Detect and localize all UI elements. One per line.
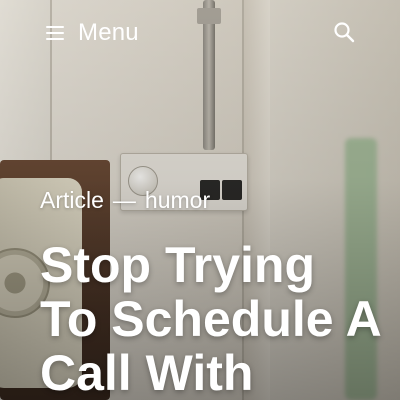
hamburger-icon (46, 26, 64, 40)
site-header: Menu (0, 0, 400, 66)
article-title[interactable]: Stop Trying To Schedule A Call With (40, 238, 380, 400)
category-link[interactable]: humor (145, 187, 210, 214)
article-meta: Article — humor (40, 187, 210, 214)
meta-separator: — (112, 187, 136, 213)
search-button[interactable] (332, 20, 356, 44)
search-icon (334, 22, 355, 43)
menu-button[interactable]: Menu (46, 18, 139, 48)
hero-section: Menu Article — humor Stop Trying To Sche… (0, 0, 400, 400)
article-type-label: Article (40, 187, 104, 213)
menu-label: Menu (78, 19, 139, 46)
